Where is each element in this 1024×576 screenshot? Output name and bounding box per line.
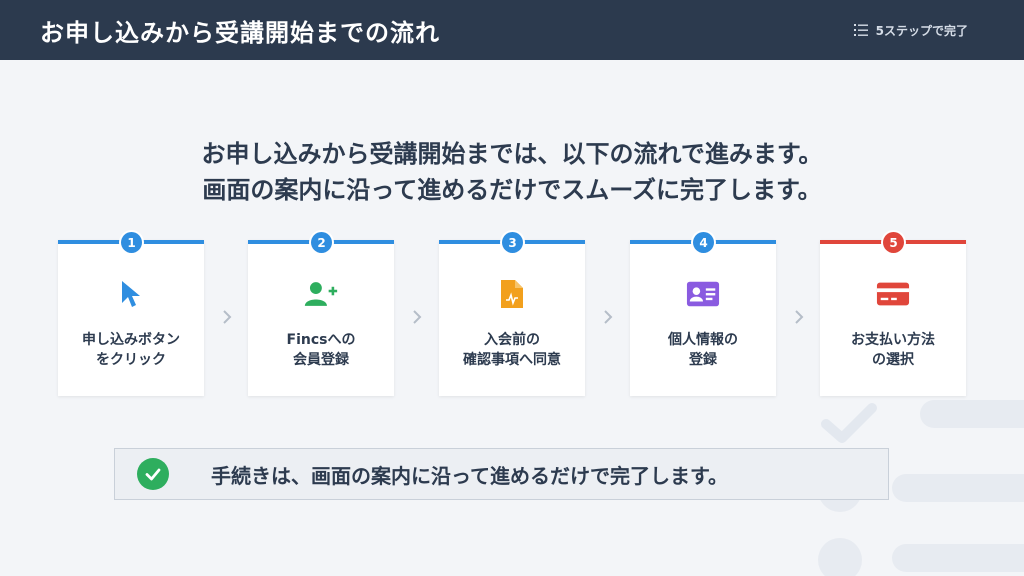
step-label-line-1: 個人情報の [668,332,738,348]
chevron-right-icon [223,310,232,324]
steps-badge-label: 5ステップで完了 [875,23,968,38]
cursor-icon [122,281,140,307]
step-number-badge: 1 [121,232,142,253]
step-label-line-1: 入会前の [484,332,540,348]
step-card-3: 3 入会前の 確認事項へ同意 [439,232,585,396]
step-number-badge: 4 [693,232,714,253]
step-label: 個人情報の 登録 [630,330,776,370]
intro-text: お申し込みから受講開始までは、以下の流れで進みます。 画面の案内に沿って進めるだ… [0,136,1024,208]
step-label-line-2: 登録 [689,352,717,368]
step-label-line-1: Fincsへの [286,332,356,348]
chevron-right-icon [795,310,804,324]
step-card-4: 4 個人情報の 登録 [630,232,776,396]
step-number-badge: 5 [883,232,904,253]
page-title: お申し込みから受講開始までの流れ [40,18,440,47]
step-label: Fincsへの 会員登録 [248,330,394,370]
chevron-right-icon [604,310,613,324]
step-number-badge: 3 [502,232,523,253]
intro-line-1: お申し込みから受講開始までは、以下の流れで進みます。 [201,140,823,168]
credit-card-icon [876,282,910,306]
step-label: お支払い方法 の選択 [820,330,966,370]
steps-row: 1 申し込みボタン をクリック 2 Fincsへの 会員登録 3 入会前の 確認… [58,232,968,396]
step-label-line-2: の選択 [872,352,914,368]
step-label-line-1: 申し込みボタン [82,332,180,348]
document-icon [501,280,523,308]
summary-callout: 手続きは、画面の案内に沿って進めるだけで完了します。 [114,448,889,500]
list-icon [853,24,868,36]
step-card-1: 1 申し込みボタン をクリック [58,232,204,396]
step-label-line-1: お支払い方法 [851,332,935,348]
id-card-icon [686,281,720,307]
step-number-badge: 2 [311,232,332,253]
header-bar: お申し込みから受講開始までの流れ 5ステップで完了 [0,0,1024,60]
add-user-icon [304,282,338,306]
step-label-line-2: をクリック [96,352,166,368]
step-label: 申し込みボタン をクリック [58,330,204,370]
step-label-line-2: 確認事項へ同意 [463,352,561,368]
step-label: 入会前の 確認事項へ同意 [439,330,585,370]
intro-line-2: 画面の案内に沿って進めるだけでスムーズに完了します。 [202,176,822,204]
chevron-right-icon [413,310,422,324]
step-label-line-2: 会員登録 [293,352,349,368]
step-card-5: 5 お支払い方法 の選択 [820,232,966,396]
summary-text: 手続きは、画面の案内に沿って進めるだけで完了します。 [211,463,728,488]
check-circle-icon [137,458,169,490]
steps-badge: 5ステップで完了 [853,22,968,39]
step-card-2: 2 Fincsへの 会員登録 [248,232,394,396]
decorative-check-icon [821,403,877,443]
